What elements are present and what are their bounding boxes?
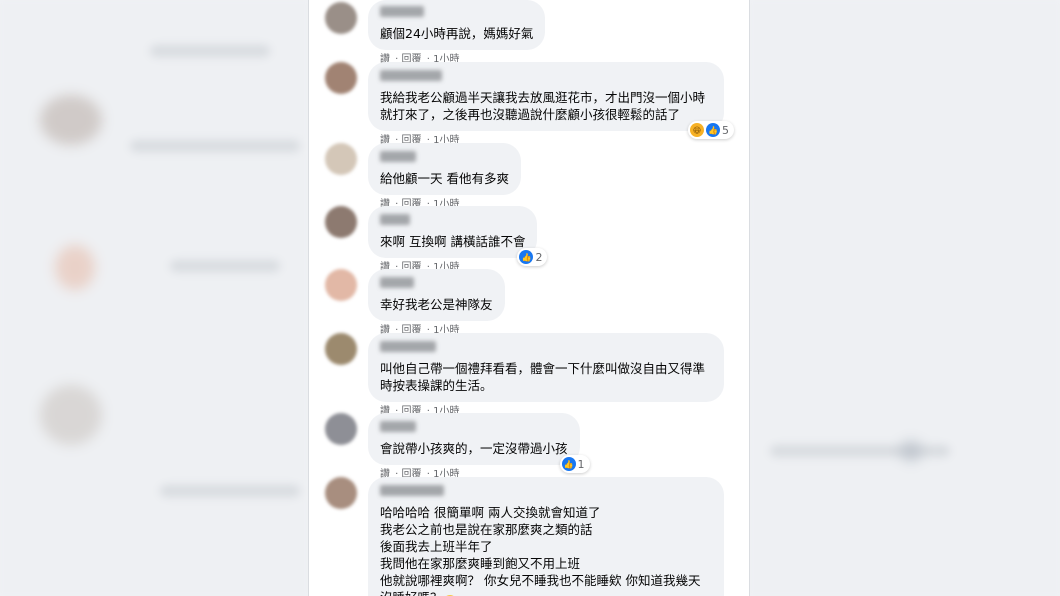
commenter-name[interactable] <box>380 6 424 17</box>
avatar[interactable] <box>325 206 357 238</box>
reaction-count: 5 <box>722 123 729 137</box>
comment-item: 哈哈哈哈 很簡單啊 兩人交換就會知道了 我老公之前也是說在家那麼爽之類的話 後面… <box>325 477 735 596</box>
reaction-summary[interactable]: 😆 👍 5 <box>688 121 734 139</box>
comment-item: 會說帶小孩爽的，一定沒帶過小孩 👍 1 讚 · 回覆 · 1小時 <box>325 413 735 482</box>
reaction-count: 2 <box>535 250 543 264</box>
comment-text: 叫他自己帶一個禮拜看看，體會一下什麼叫做沒自由又得準時按表操課的生活。 <box>380 361 706 393</box>
comment-text: 顧個24小時再說，媽媽好氣 <box>380 26 534 41</box>
avatar[interactable] <box>325 333 357 365</box>
comment-bubble: 來啊 互換啊 講橫話誰不會 👍 2 <box>368 206 548 266</box>
commenter-name[interactable] <box>380 70 442 81</box>
comment-bubble: 幸好我老公是神隊友 <box>368 269 505 321</box>
like-icon: 👍 <box>519 250 534 264</box>
commenter-name[interactable] <box>380 485 444 496</box>
reaction-summary[interactable]: 👍 2 <box>517 248 548 266</box>
blurred-background-left <box>0 0 308 596</box>
commenter-name[interactable] <box>380 151 416 162</box>
comment-item: 叫他自己帶一個禮拜看看，體會一下什麼叫做沒自由又得準時按表操課的生活。 讚 · … <box>325 333 735 419</box>
avatar[interactable] <box>325 269 357 301</box>
comment-text: 來啊 互換啊 講橫話誰不會 <box>380 234 526 249</box>
commenter-name[interactable] <box>380 214 410 225</box>
avatar[interactable] <box>325 143 357 175</box>
comment-text: 我給我老公顧過半天讓我去放風逛花市，才出門沒一個小時就打來了，之後再也沒聽過說什… <box>380 90 706 122</box>
comment-text: 哈哈哈哈 很簡單啊 兩人交換就會知道了 我老公之前也是說在家那麼爽之類的話 後面… <box>380 504 712 596</box>
avatar[interactable] <box>325 477 357 509</box>
commenter-name[interactable] <box>380 277 414 288</box>
comment-text: 幸好我老公是神隊友 <box>380 297 493 312</box>
like-icon: 👍 <box>706 123 720 137</box>
comment-bubble: 給他顧一天 看他有多爽 <box>368 143 521 195</box>
reaction-count: 1 <box>577 457 585 471</box>
commenter-name[interactable] <box>380 341 436 352</box>
comment-bubble: 會說帶小孩爽的，一定沒帶過小孩 👍 1 <box>368 413 590 473</box>
comment-item: 顧個24小時再說，媽媽好氣 讚 · 回覆 · 1小時 <box>325 0 735 67</box>
commenter-name[interactable] <box>380 421 416 432</box>
reaction-summary[interactable]: 👍 1 <box>559 455 590 473</box>
comment-item: 我給我老公顧過半天讓我去放風逛花市，才出門沒一個小時就打來了，之後再也沒聽過說什… <box>325 62 735 148</box>
blurred-background-right <box>750 0 1060 596</box>
comments-panel: 顧個24小時再說，媽媽好氣 讚 · 回覆 · 1小時 我給我老公顧過半天讓我去放… <box>308 0 750 596</box>
comment-item: 給他顧一天 看他有多爽 讚 · 回覆 · 1小時 <box>325 143 735 212</box>
comment-item: 來啊 互換啊 講橫話誰不會 👍 2 讚 · 回覆 · 1小時 <box>325 206 735 275</box>
avatar[interactable] <box>325 62 357 94</box>
comment-text: 會說帶小孩爽的，一定沒帶過小孩 <box>380 441 568 456</box>
haha-icon: 😆 <box>690 123 704 137</box>
avatar[interactable] <box>325 413 357 445</box>
avatar[interactable] <box>325 2 357 34</box>
comment-text-content: 哈哈哈哈 很簡單啊 兩人交換就會知道了 我老公之前也是說在家那麼爽之類的話 後面… <box>380 505 701 596</box>
comment-bubble: 顧個24小時再說，媽媽好氣 <box>368 0 546 50</box>
comment-bubble: 叫他自己帶一個禮拜看看，體會一下什麼叫做沒自由又得準時按表操課的生活。 <box>368 333 724 402</box>
like-icon: 👍 <box>561 457 576 471</box>
comment-item: 幸好我老公是神隊友 讚 · 回覆 · 1小時 <box>325 269 735 338</box>
comment-text: 給他顧一天 看他有多爽 <box>380 171 509 186</box>
comment-bubble: 我給我老公顧過半天讓我去放風逛花市，才出門沒一個小時就打來了，之後再也沒聽過說什… <box>368 62 734 139</box>
comment-bubble: 哈哈哈哈 很簡單啊 兩人交換就會知道了 我老公之前也是說在家那麼爽之類的話 後面… <box>368 477 724 596</box>
